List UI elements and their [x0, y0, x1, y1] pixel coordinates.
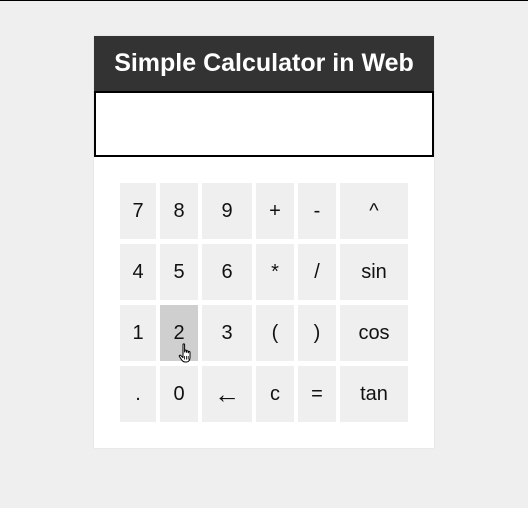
- calculator: Simple Calculator in Web 7 8 9 + - ^ 4 5…: [94, 36, 434, 448]
- key-minus[interactable]: -: [298, 183, 336, 239]
- key-tan[interactable]: tan: [340, 366, 408, 422]
- key-5[interactable]: 5: [160, 244, 198, 300]
- key-divide[interactable]: /: [298, 244, 336, 300]
- key-0[interactable]: 0: [160, 366, 198, 422]
- key-4[interactable]: 4: [120, 244, 156, 300]
- key-7[interactable]: 7: [120, 183, 156, 239]
- key-backspace[interactable]: ←: [202, 366, 252, 422]
- calculator-title: Simple Calculator in Web: [94, 36, 434, 91]
- key-close-paren[interactable]: ): [298, 305, 336, 361]
- key-1[interactable]: 1: [120, 305, 156, 361]
- key-power[interactable]: ^: [340, 183, 408, 239]
- key-3[interactable]: 3: [202, 305, 252, 361]
- key-plus[interactable]: +: [256, 183, 294, 239]
- key-equals[interactable]: =: [298, 366, 336, 422]
- key-cos[interactable]: cos: [340, 305, 408, 361]
- key-9[interactable]: 9: [202, 183, 252, 239]
- key-6[interactable]: 6: [202, 244, 252, 300]
- calculator-display[interactable]: [94, 91, 434, 157]
- key-clear[interactable]: c: [256, 366, 294, 422]
- key-open-paren[interactable]: (: [256, 305, 294, 361]
- key-8[interactable]: 8: [160, 183, 198, 239]
- key-decimal[interactable]: .: [120, 366, 156, 422]
- key-multiply[interactable]: *: [256, 244, 294, 300]
- key-2[interactable]: 2: [160, 305, 198, 361]
- key-sin[interactable]: sin: [340, 244, 408, 300]
- window-top-border: [0, 0, 528, 1]
